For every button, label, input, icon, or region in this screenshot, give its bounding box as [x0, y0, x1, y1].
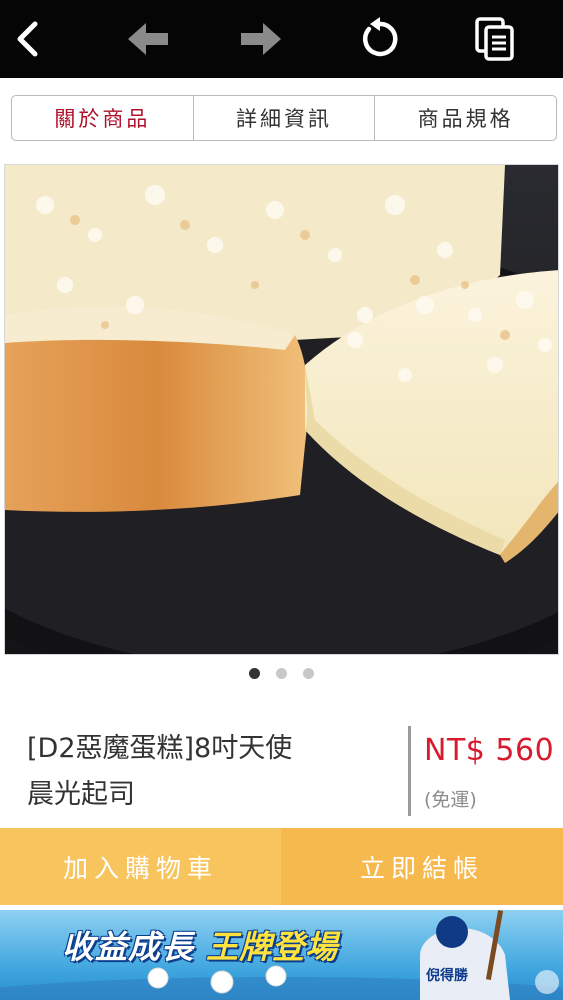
carousel-dot-1[interactable] — [249, 668, 260, 679]
ad-info-icon[interactable] — [535, 970, 559, 994]
product-title: [D2惡魔蛋糕]8吋天使 晨光起司 — [27, 726, 387, 818]
tab-specs[interactable]: 商品規格 — [374, 96, 556, 140]
tab-about-product[interactable]: 關於商品 — [12, 96, 193, 140]
browser-toolbar — [0, 0, 563, 78]
arrow-left-icon — [126, 21, 170, 57]
reload-button[interactable] — [350, 10, 408, 68]
arrow-right-icon — [239, 21, 283, 57]
product-title-line-1: [D2惡魔蛋糕]8吋天使 — [27, 733, 293, 764]
ad-slogan-part-1: 收益成長 — [62, 928, 195, 966]
prev-page-button[interactable] — [119, 10, 177, 68]
refresh-icon — [356, 16, 402, 62]
document-copy-icon — [473, 16, 517, 62]
copy-button[interactable] — [466, 10, 524, 68]
chevron-left-icon — [9, 19, 49, 59]
checkout-button[interactable]: 立即結帳 — [281, 828, 563, 905]
action-bar: 加入購物車 立即結帳 — [0, 828, 563, 905]
add-to-cart-button[interactable]: 加入購物車 — [0, 828, 281, 905]
back-button[interactable] — [0, 10, 58, 68]
tab-details[interactable]: 詳細資訊 — [192, 96, 375, 140]
product-tabs: 關於商品 詳細資訊 商品規格 — [11, 95, 557, 141]
shipping-note: (免運) — [424, 789, 477, 811]
product-title-line-2: 晨光起司 — [27, 779, 135, 810]
ad-slogan: 收益成長 王牌登場 — [62, 922, 338, 968]
carousel-dot-3[interactable] — [303, 668, 314, 679]
ad-player-name: 倪得勝 — [426, 968, 468, 984]
ad-slogan-part-2: 王牌登場 — [206, 928, 339, 966]
product-image[interactable] — [4, 164, 559, 655]
carousel-indicator — [0, 668, 563, 682]
ad-banner[interactable]: 收益成長 王牌登場 倪得勝 — [0, 910, 563, 1000]
product-price: NT$ 560 — [424, 733, 555, 768]
divider — [408, 726, 411, 816]
carousel-dot-2[interactable] — [276, 668, 287, 679]
next-page-button[interactable] — [232, 10, 290, 68]
